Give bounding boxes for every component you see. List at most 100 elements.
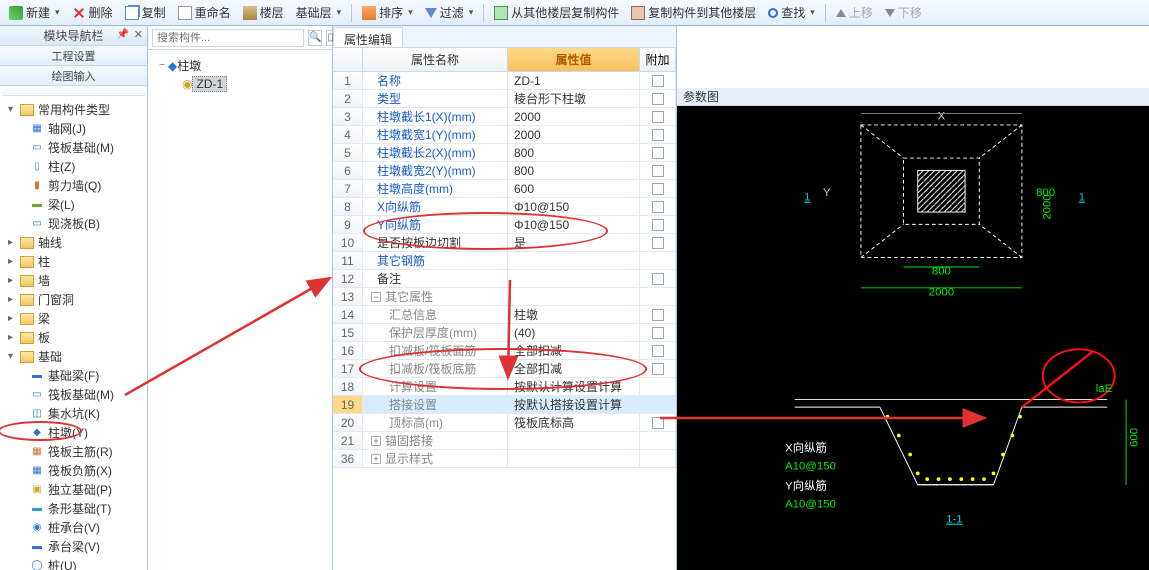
chk[interactable] bbox=[652, 345, 664, 357]
find-button[interactable]: 查找 bbox=[763, 2, 820, 23]
node-foundation[interactable]: ▾基础 bbox=[2, 347, 145, 366]
move-up-button[interactable]: 上移 bbox=[831, 2, 878, 23]
node-raftbot[interactable]: ▦筏板负筋(X) bbox=[2, 461, 145, 480]
move-down-button[interactable]: 下移 bbox=[880, 2, 927, 23]
node-shearwall[interactable]: ▮剪力墙(Q) bbox=[2, 176, 145, 195]
new-button[interactable]: 新建 bbox=[4, 2, 65, 23]
delete-icon bbox=[72, 6, 86, 20]
node-slab[interactable]: ▸板 bbox=[2, 328, 145, 347]
svg-text:2000: 2000 bbox=[1041, 194, 1053, 219]
chk[interactable] bbox=[652, 129, 664, 141]
attr-header: 属性名称 属性值 附加 bbox=[333, 48, 676, 72]
node-axis[interactable]: ▦轴网(J) bbox=[2, 119, 145, 138]
attr-row[interactable]: 5柱墩截长2(X)(mm)800 bbox=[333, 144, 676, 162]
close-icon[interactable]: ✕ bbox=[134, 28, 143, 41]
node-fbeam[interactable]: ▬基础梁(F) bbox=[2, 366, 145, 385]
attr-row[interactable]: 20顶标高(m)筏板底标高 bbox=[333, 414, 676, 432]
chk[interactable] bbox=[652, 309, 664, 321]
node-cap[interactable]: ◉桩承台(V) bbox=[2, 518, 145, 537]
delete-button[interactable]: 删除 bbox=[67, 2, 118, 23]
node-raft[interactable]: ▭筏板基础(M) bbox=[2, 138, 145, 157]
node-wall[interactable]: ▸墙 bbox=[2, 271, 145, 290]
chk[interactable] bbox=[652, 273, 664, 285]
attr-group-other[interactable]: 13−其它属性 bbox=[333, 288, 676, 306]
attr-row[interactable]: 8X向纵筋Φ10@150 bbox=[333, 198, 676, 216]
attr-row[interactable]: 9Y向纵筋Φ10@150 bbox=[333, 216, 676, 234]
node-column[interactable]: ▯柱(Z) bbox=[2, 157, 145, 176]
floor-button[interactable]: 楼层 bbox=[238, 2, 289, 23]
search-input[interactable] bbox=[152, 29, 304, 47]
attr-row[interactable]: 18计算设置按默认计算设置计算 bbox=[333, 378, 676, 396]
attr-group-anchor[interactable]: 21+锚固搭接 bbox=[333, 432, 676, 450]
chk[interactable] bbox=[652, 147, 664, 159]
attr-row-selected[interactable]: 19搭接设置按默认搭接设置计算 bbox=[333, 396, 676, 414]
copy-button[interactable]: 复制 bbox=[120, 2, 171, 23]
chk[interactable] bbox=[652, 219, 664, 231]
chk[interactable] bbox=[652, 327, 664, 339]
attr-row[interactable]: 2类型棱台形下柱墩 bbox=[333, 90, 676, 108]
pin-icon[interactable]: 📌 bbox=[117, 29, 129, 40]
attr-row[interactable]: 1名称ZD-1 bbox=[333, 72, 676, 90]
svg-text:laE: laE bbox=[1096, 383, 1113, 395]
node-axisline[interactable]: ▸轴线 bbox=[2, 233, 145, 252]
rename-label: 重命名 bbox=[195, 4, 231, 21]
tab-draw-input[interactable]: 绘图输入 bbox=[0, 66, 147, 86]
tree-item-zd1[interactable]: ◉ZD-1 bbox=[152, 75, 328, 93]
chk[interactable] bbox=[652, 201, 664, 213]
attr-row[interactable]: 11其它钢筋 bbox=[333, 252, 676, 270]
search-bar: 🔍 ◫ bbox=[148, 26, 332, 50]
rename-button[interactable]: 重命名 bbox=[173, 2, 236, 23]
layer-dropdown[interactable]: 基础层 bbox=[291, 2, 347, 23]
tab-attr-edit[interactable]: 属性编辑 bbox=[333, 27, 403, 47]
attr-row[interactable]: 4柱墩截宽1(Y)(mm)2000 bbox=[333, 126, 676, 144]
search-icon[interactable]: 🔍 bbox=[308, 30, 322, 46]
sort-button[interactable]: 排序 bbox=[357, 2, 418, 23]
filter-button[interactable]: 过滤 bbox=[420, 2, 479, 23]
chk[interactable] bbox=[652, 237, 664, 249]
attr-row[interactable]: 6柱墩截宽2(Y)(mm)800 bbox=[333, 162, 676, 180]
attr-row[interactable]: 12备注 bbox=[333, 270, 676, 288]
attr-row[interactable]: 17扣减板/筏板底筋全部扣减 bbox=[333, 360, 676, 378]
chk[interactable] bbox=[652, 75, 664, 87]
chk[interactable] bbox=[652, 183, 664, 195]
node-strip[interactable]: ▬条形基础(T) bbox=[2, 499, 145, 518]
nav-panel: 模块导航栏 📌 ✕ 工程设置 绘图输入 ▾常用构件类型 ▦轴网(J) ▭筏板基础… bbox=[0, 26, 148, 570]
node-rafttop[interactable]: ▦筏板主筋(R) bbox=[2, 442, 145, 461]
tab-project-settings[interactable]: 工程设置 bbox=[0, 46, 147, 66]
up-icon bbox=[836, 9, 846, 17]
chk[interactable] bbox=[652, 417, 664, 429]
attr-tabs: 属性编辑 bbox=[333, 26, 676, 48]
find-icon bbox=[768, 8, 778, 18]
col-addon: 附加 bbox=[640, 48, 676, 71]
sort-icon bbox=[362, 6, 376, 20]
chk[interactable] bbox=[652, 165, 664, 177]
attr-row[interactable]: 16扣减板/筏板面筋全部扣减 bbox=[333, 342, 676, 360]
node-columngrp[interactable]: ▸柱 bbox=[2, 252, 145, 271]
node-opening[interactable]: ▸门窗洞 bbox=[2, 290, 145, 309]
main-toolbar: 新建 删除 复制 重命名 楼层 基础层 排序 过滤 从其他楼层复制构件 复制构件… bbox=[0, 0, 1149, 26]
node-beamgrp[interactable]: ▸梁 bbox=[2, 309, 145, 328]
node-fraft[interactable]: ▭筏板基础(M) bbox=[2, 385, 145, 404]
component-tree-panel: 🔍 ◫ −◆柱墩 ◉ZD-1 bbox=[148, 26, 333, 570]
copy-icon bbox=[125, 6, 139, 20]
node-beam[interactable]: ▬梁(L) bbox=[2, 195, 145, 214]
node-castslab[interactable]: ▭现浇板(B) bbox=[2, 214, 145, 233]
chk[interactable] bbox=[652, 93, 664, 105]
attr-group-display[interactable]: 36+显示样式 bbox=[333, 450, 676, 468]
copy-to-button[interactable]: 复制构件到其他楼层 bbox=[626, 2, 761, 23]
node-pier[interactable]: ◆柱墩(Y) bbox=[2, 423, 145, 442]
attr-row[interactable]: 10是否按板边切割是 bbox=[333, 234, 676, 252]
attr-row[interactable]: 15保护层厚度(mm)(40) bbox=[333, 324, 676, 342]
chk[interactable] bbox=[652, 363, 664, 375]
attr-row[interactable]: 7柱墩高度(mm)600 bbox=[333, 180, 676, 198]
attr-row[interactable]: 3柱墩截长1(X)(mm)2000 bbox=[333, 108, 676, 126]
attr-row[interactable]: 14汇总信息柱墩 bbox=[333, 306, 676, 324]
chk[interactable] bbox=[652, 111, 664, 123]
node-capbeam[interactable]: ▬承台梁(V) bbox=[2, 537, 145, 556]
tree-root-pier[interactable]: −◆柱墩 bbox=[152, 56, 328, 75]
node-pile[interactable]: ◯桩(U) bbox=[2, 556, 145, 570]
node-sump[interactable]: ◫集水坑(K) bbox=[2, 404, 145, 423]
copy-from-button[interactable]: 从其他楼层复制构件 bbox=[489, 2, 624, 23]
node-common[interactable]: ▾常用构件类型 bbox=[2, 100, 145, 119]
node-iso[interactable]: ▣独立基础(P) bbox=[2, 480, 145, 499]
